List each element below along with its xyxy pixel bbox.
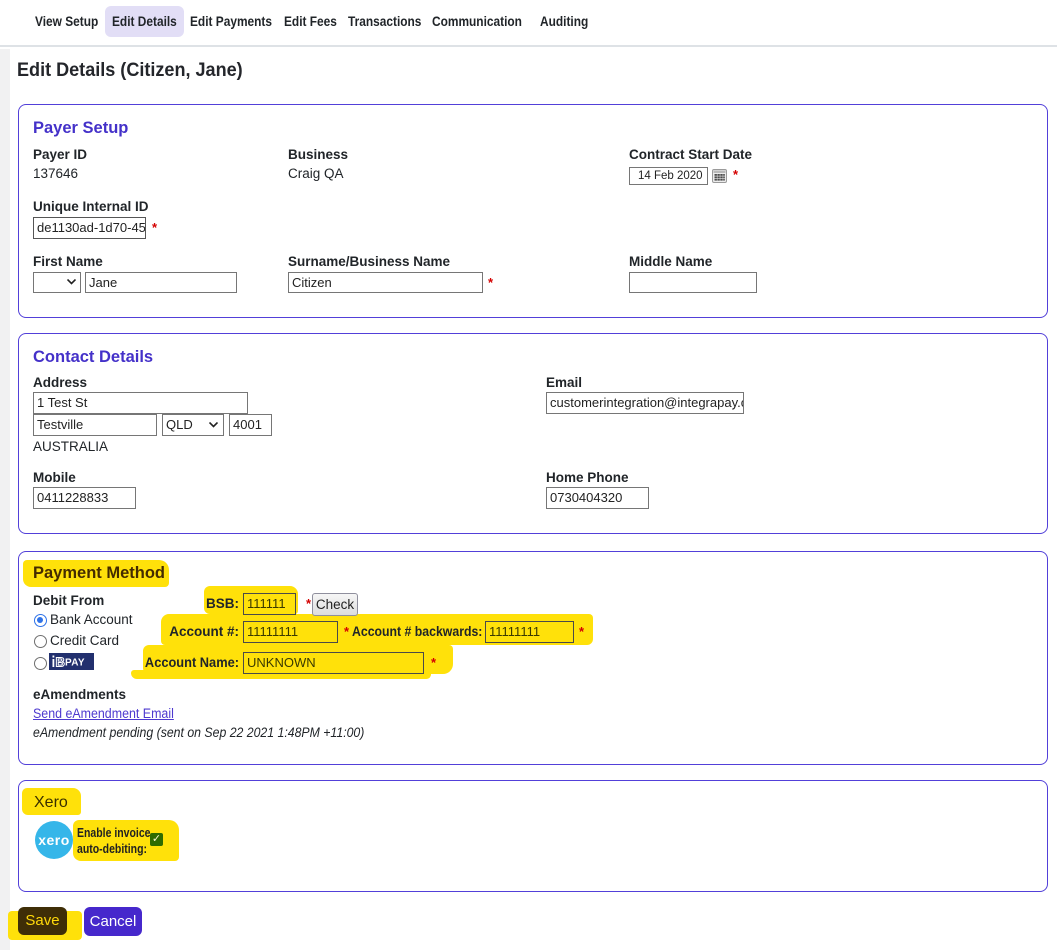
svg-text:PAY: PAY: [65, 658, 85, 669]
svg-text:B: B: [56, 655, 65, 670]
